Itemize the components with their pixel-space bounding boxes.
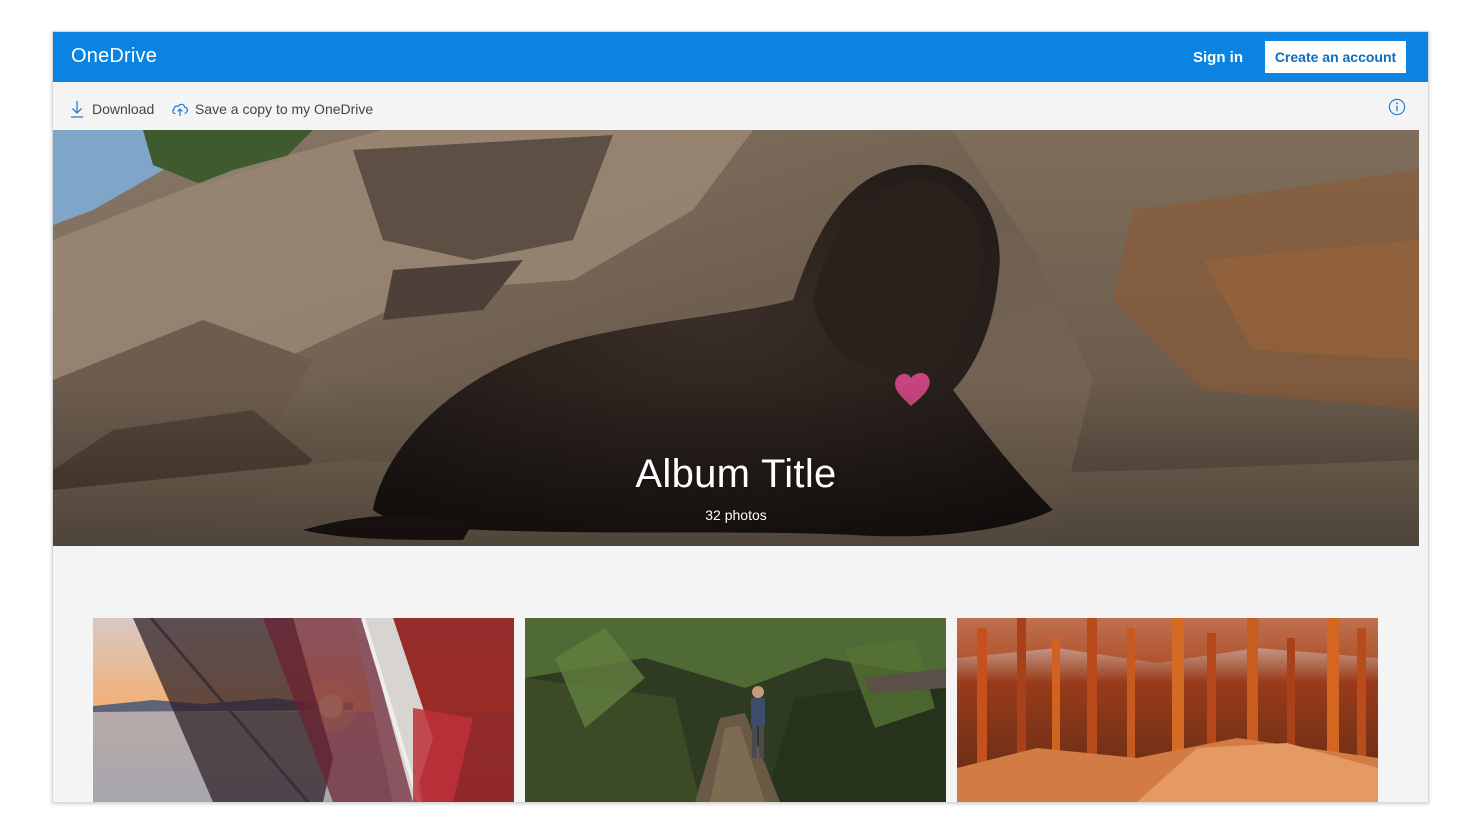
sign-in-link[interactable]: Sign in [1193, 49, 1243, 66]
album-photo-count: 32 photos [705, 507, 767, 523]
photo-thumbnail-2[interactable] [525, 618, 946, 802]
album-cover: Album Title 32 photos [53, 130, 1419, 546]
download-icon [68, 100, 86, 118]
album-title: Album Title [635, 452, 837, 496]
create-account-button[interactable]: Create an account [1265, 41, 1406, 73]
download-label: Download [92, 101, 155, 117]
photo-thumbnail-3[interactable] [957, 618, 1378, 802]
info-icon[interactable] [1388, 98, 1406, 116]
cloud-upload-icon [171, 100, 189, 118]
photo-thumbnail-1[interactable] [93, 618, 514, 802]
download-command[interactable]: Download [68, 98, 154, 120]
app-brand[interactable]: OneDrive [71, 45, 157, 68]
save-copy-label: Save a copy to my OneDrive [195, 101, 374, 117]
top-bar: OneDrive Sign in Create an account [53, 32, 1428, 82]
save-copy-command[interactable]: Save a copy to my OneDrive [171, 98, 373, 120]
command-bar: Download Save a copy to my OneDrive [53, 82, 1428, 130]
onedrive-window: OneDrive Sign in Create an account Downl… [52, 31, 1429, 803]
